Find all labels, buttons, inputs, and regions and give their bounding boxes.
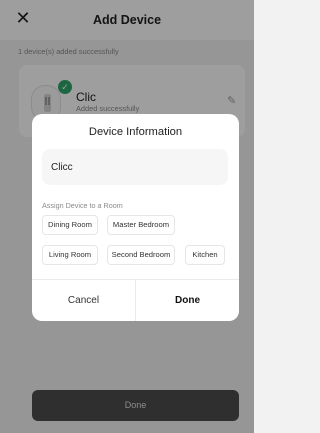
room-option-living-room[interactable]: Living Room [42, 245, 98, 265]
device-name-input[interactable] [42, 149, 228, 185]
done-button[interactable]: Done [136, 280, 239, 321]
cancel-button[interactable]: Cancel [32, 280, 135, 321]
room-option-dining-room[interactable]: Dining Room [42, 215, 98, 235]
room-option-kitchen[interactable]: Kitchen [185, 245, 225, 265]
room-option-second-bedroom[interactable]: Second Bedroom [107, 245, 175, 265]
device-information-dialog: Device Information Assign Device to a Ro… [32, 114, 239, 321]
room-option-master-bedroom[interactable]: Master Bedroom [107, 215, 175, 235]
room-assignment-label: Assign Device to a Room [42, 201, 123, 210]
footer-done-button[interactable]: Done [32, 390, 239, 421]
dialog-title: Device Information [88, 126, 183, 138]
